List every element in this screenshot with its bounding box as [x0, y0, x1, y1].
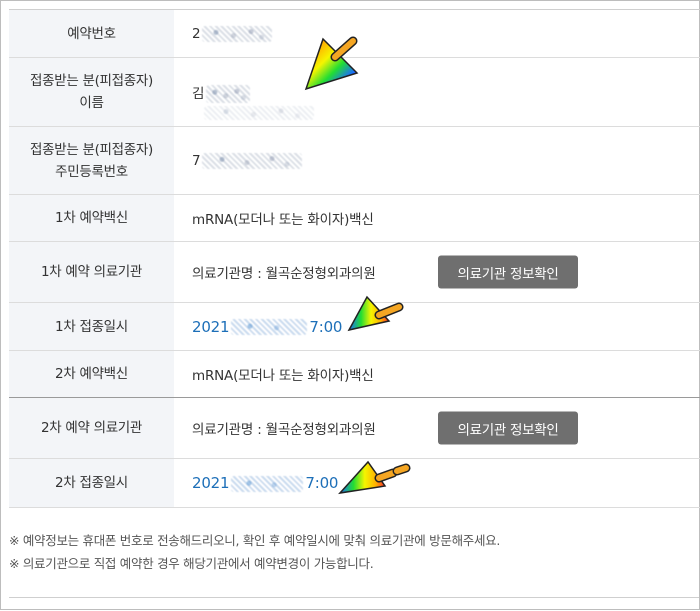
redacted-mosaic [204, 106, 314, 120]
name-text: 김 [192, 85, 205, 102]
clinic2-value: 의료기관명 : 월곡순정형외과의원 의료기관 정보확인 [174, 397, 700, 459]
name-label-line1: 접종받는 분(피접종자) [29, 73, 153, 89]
rrn-label-line1: 접종받는 분(피접종자) [29, 141, 153, 158]
name-label-line2: 이름 [79, 95, 104, 111]
redacted-mosaic [231, 475, 304, 492]
clinic2-name: 의료기관명 : 월곡순정형외과의원 [192, 422, 376, 438]
redacted-mosaic [231, 319, 308, 335]
dose1-datetime-label: 1차 접종일시 [9, 302, 174, 351]
name-value: 김 [174, 57, 700, 127]
rrn-text: 7 [192, 152, 201, 169]
table-row: 2차 접종일시 2021 7:00 [9, 458, 700, 508]
notice-line: ※ 예약정보는 휴대폰 번호로 전송해드리오니, 확인 후 예약일시에 맞춰 의… [9, 533, 501, 548]
table-row: 1차 예약백신 mRNA(모더나 또는 화이자)백신 [9, 194, 700, 242]
vaccine2-label: 2차 예약백신 [9, 350, 174, 398]
dose2-datetime-label: 2차 접종일시 [9, 458, 174, 508]
reservation-table: 예약번호 2 접종받는 분(피접종자) 이름 김 접종받는 분(피접종자) 주민… [9, 9, 700, 508]
notice-block: ※ 예약정보는 휴대폰 번호로 전송해드리오니, 확인 후 예약일시에 맞춰 의… [9, 529, 500, 575]
table-row: 접종받는 분(피접종자) 이름 김 [9, 57, 700, 127]
notice-line: ※ 의료기관으로 직접 예약한 경우 해당기관에서 예약변경이 가능합니다. [9, 556, 374, 571]
reservation-number-value: 2 [174, 9, 700, 58]
table-row: 2차 예약 의료기관 의료기관명 : 월곡순정형외과의원 의료기관 정보확인 [9, 397, 700, 459]
dose1-datetime: 2021 7:00 [192, 318, 342, 336]
vaccine1-label: 1차 예약백신 [9, 194, 174, 242]
row-label: 접종받는 분(피접종자) 주민등록번호 [9, 126, 174, 195]
reservation-number-label: 예약번호 [67, 25, 116, 42]
rrn-label-line2: 주민등록번호 [55, 163, 128, 180]
dose2-datetime: 2021 7:00 [192, 474, 338, 492]
clinic2-label: 2차 예약 의료기관 [9, 397, 174, 459]
clinic1-label: 1차 예약 의료기관 [9, 241, 174, 303]
dose1-time: 7:00 [309, 317, 343, 336]
divider [9, 597, 699, 598]
row-label: 접종받는 분(피접종자) 이름 [9, 57, 174, 127]
reservation-panel: 예약번호 2 접종받는 분(피접종자) 이름 김 접종받는 분(피접종자) 주민… [0, 0, 700, 610]
table-row: 1차 예약 의료기관 의료기관명 : 월곡순정형외과의원 의료기관 정보확인 [9, 241, 700, 303]
dose2-time: 7:00 [305, 474, 339, 492]
clinic1-name: 의료기관명 : 월곡순정형외과의원 [192, 266, 376, 282]
dose1-datetime-value: 2021 7:00 [174, 302, 700, 351]
vaccine2-value: mRNA(모더나 또는 화이자)백신 [174, 350, 700, 398]
dose2-datetime-value: 2021 7:00 [174, 458, 700, 508]
rrn-value: 7 [174, 126, 700, 195]
redacted-mosaic [202, 25, 273, 42]
dose2-date-prefix: 2021 [192, 474, 230, 492]
table-row: 1차 접종일시 2021 7:00 [9, 302, 700, 351]
vaccine1-value: mRNA(모더나 또는 화이자)백신 [174, 194, 700, 242]
reservation-number-text: 2 [192, 25, 201, 42]
table-row: 2차 예약백신 mRNA(모더나 또는 화이자)백신 [9, 350, 700, 398]
row-label: 예약번호 [9, 9, 174, 58]
clinic1-value: 의료기관명 : 월곡순정형외과의원 의료기관 정보확인 [174, 241, 700, 303]
redacted-mosaic [206, 84, 251, 103]
clinic1-info-button[interactable]: 의료기관 정보확인 [438, 255, 578, 289]
table-row: 접종받는 분(피접종자) 주민등록번호 7 [9, 126, 700, 195]
dose1-date-prefix: 2021 [192, 317, 230, 336]
table-row: 예약번호 2 [9, 9, 700, 58]
clinic2-info-button[interactable]: 의료기관 정보확인 [438, 411, 578, 445]
redacted-mosaic [202, 152, 303, 169]
